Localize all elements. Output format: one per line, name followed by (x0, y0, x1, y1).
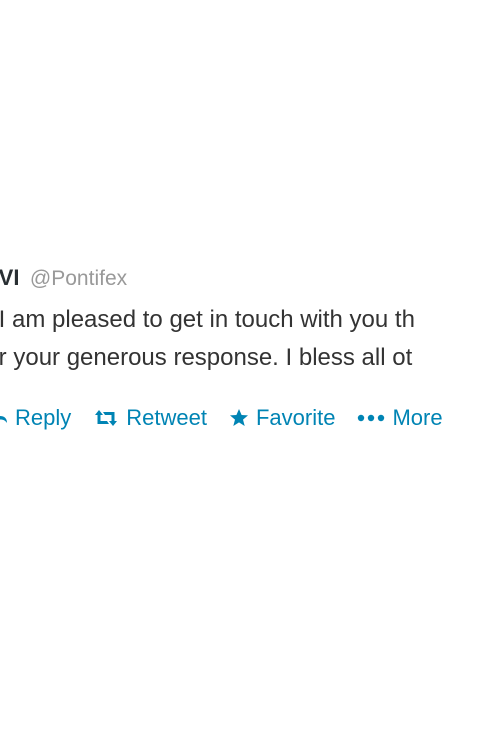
retweet-label: Retweet (126, 405, 207, 430)
star-icon (229, 408, 249, 428)
retweet-icon (93, 409, 119, 427)
tweet: XVI @Pontifex ds, I am pleased to get in… (0, 0, 500, 750)
retweet-button[interactable]: Retweet (93, 405, 207, 431)
favorite-label: Favorite (255, 405, 336, 430)
more-label: More (392, 405, 443, 430)
tweet-actions: Reply Retweet Favorite More (0, 405, 465, 431)
tweet-text-line: ds, I am pleased to get in touch with yo… (0, 306, 415, 333)
favorite-button[interactable]: Favorite (229, 405, 335, 431)
tweet-fullname[interactable]: XVI (0, 265, 19, 290)
more-dots-icon (357, 414, 385, 422)
tweet-text-line: s for your generous response. I bless al… (0, 344, 413, 371)
reply-label: Reply (15, 405, 72, 430)
tweet-text: ds, I am pleased to get in touch with yo… (0, 301, 500, 377)
reply-button[interactable]: Reply (0, 405, 71, 431)
tweet-username[interactable]: @Pontifex (30, 267, 127, 290)
tweet-header: XVI @Pontifex (0, 265, 127, 291)
reply-icon (0, 411, 8, 425)
more-button[interactable]: More (357, 405, 443, 431)
